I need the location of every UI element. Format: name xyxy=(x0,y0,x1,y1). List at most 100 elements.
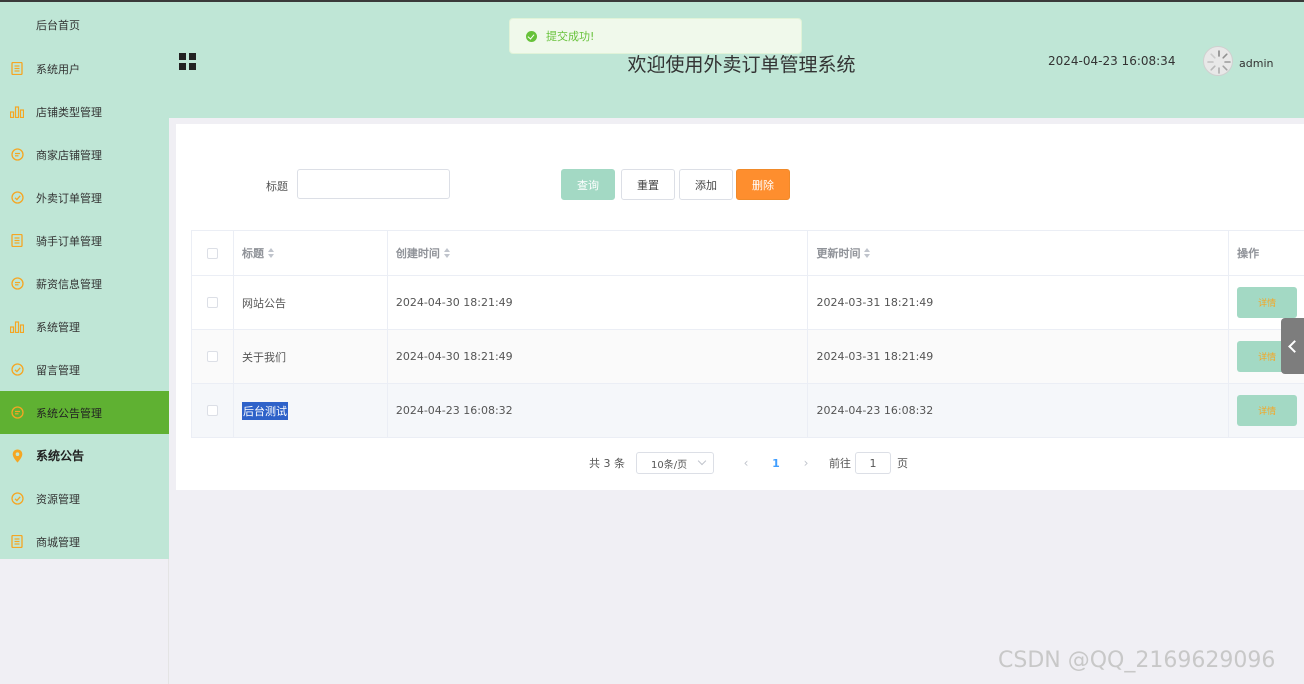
main-content: 标题 查询 重置 添加 删除 标题 创建时间 更新时间 操作 网站公告 2024… xyxy=(176,124,1304,490)
sidebar-item-resources[interactable]: 资源管理 xyxy=(0,477,169,520)
sidebar-item-shop-type[interactable]: 店铺类型管理 xyxy=(0,90,169,133)
search-title-input[interactable] xyxy=(297,169,450,199)
sidebar: 后台首页 系统用户 店铺类型管理 商家店铺管理 外卖订单管理 骑手订单管理 薪资… xyxy=(0,0,169,559)
query-button[interactable]: 查询 xyxy=(561,169,615,200)
check-circle-icon xyxy=(10,191,24,205)
sidebar-item-label: 系统公告管理 xyxy=(36,406,102,420)
page-size-value: 10条/页 xyxy=(651,459,688,471)
cell-created: 2024-04-30 18:21:49 xyxy=(388,330,809,383)
sidebar-item-label: 后台首页 xyxy=(36,18,80,32)
cell-ops: 详情 xyxy=(1229,384,1304,437)
sidebar-item-mall[interactable]: 商城管理 xyxy=(0,520,169,563)
column-header-updated: 更新时间 xyxy=(816,247,861,260)
sidebar-item-label: 系统用户 xyxy=(36,62,80,76)
add-button[interactable]: 添加 xyxy=(679,169,733,200)
sidebar-item-label: 资源管理 xyxy=(36,492,80,506)
sidebar-item-label: 系统管理 xyxy=(36,320,80,334)
sidebar-item-system-manage[interactable]: 系统管理 xyxy=(0,305,169,348)
row-checkbox-cell xyxy=(192,330,234,383)
sidebar-item-messages[interactable]: 留言管理 xyxy=(0,348,169,391)
table-row: 后台测试 2024-04-23 16:08:32 2024-04-23 16:0… xyxy=(192,384,1304,438)
cell-title: 后台测试 xyxy=(234,384,388,437)
goto-label: 前往 xyxy=(829,457,851,470)
sort-icon[interactable] xyxy=(267,248,275,258)
row-checkbox-cell xyxy=(192,384,234,437)
sidebar-item-label: 店铺类型管理 xyxy=(36,105,102,119)
sort-icon[interactable] xyxy=(864,248,871,258)
table-row: 网站公告 2024-04-30 18:21:49 2024-03-31 18:2… xyxy=(192,276,1304,330)
sidebar-item-merchant-shop[interactable]: 商家店铺管理 xyxy=(0,133,169,176)
cell-updated: 2024-03-31 18:21:49 xyxy=(808,330,1230,383)
page-jump-value: 1 xyxy=(869,456,877,470)
table-header-row: 标题 创建时间 更新时间 操作 xyxy=(192,231,1304,276)
page-size-select[interactable]: 10条/页 xyxy=(636,452,714,474)
page-jump-input[interactable]: 1 xyxy=(855,452,891,474)
check-circle-icon xyxy=(10,363,24,377)
chevron-left-icon xyxy=(1288,339,1301,353)
sidebar-item-announcement[interactable]: 系统公告 xyxy=(0,434,169,477)
header-created-cell[interactable]: 创建时间 xyxy=(388,231,809,275)
row-checkbox-cell xyxy=(192,276,234,329)
sidebar-item-takeout-order[interactable]: 外卖订单管理 xyxy=(0,176,169,219)
chevron-down-icon xyxy=(697,456,707,466)
select-all-checkbox[interactable] xyxy=(206,247,218,259)
header-ops-cell: 操作 xyxy=(1229,231,1304,275)
delete-button[interactable]: 删除 xyxy=(736,169,790,200)
page-total: 共 3 条 xyxy=(589,457,625,470)
row-checkbox[interactable] xyxy=(206,297,218,308)
detail-button[interactable]: 详情 xyxy=(1237,395,1298,426)
header-updated-cell[interactable]: 更新时间 xyxy=(808,231,1230,275)
document-icon xyxy=(10,535,24,549)
success-check-icon xyxy=(526,30,537,42)
sidebar-item-salary[interactable]: 薪资信息管理 xyxy=(0,262,169,305)
bar-chart-icon xyxy=(10,320,24,334)
success-toast: 提交成功! xyxy=(509,18,802,54)
cell-updated: 2024-03-31 18:21:49 xyxy=(808,276,1230,329)
username[interactable]: admin xyxy=(1239,57,1273,70)
sort-icon[interactable] xyxy=(443,248,451,258)
header-title-cell[interactable]: 标题 xyxy=(234,231,388,275)
pagination: 共 3 条 10条/页 ‹ 1 › 前往 1 页 xyxy=(589,452,908,474)
sidebar-item-system-users[interactable]: 系统用户 xyxy=(0,47,169,90)
sidebar-item-label: 外卖订单管理 xyxy=(36,191,102,205)
sidebar-item-label: 薪资信息管理 xyxy=(36,277,102,291)
sidebar-item-announcement-manage[interactable]: 系统公告管理 xyxy=(0,391,169,434)
avatar[interactable] xyxy=(1203,46,1233,76)
column-header-title: 标题 xyxy=(241,247,264,260)
column-header-ops: 操作 xyxy=(1237,247,1260,260)
sidebar-item-home[interactable]: 后台首页 xyxy=(0,2,169,47)
header-checkbox-cell xyxy=(192,231,234,275)
search-label: 标题 xyxy=(266,180,288,193)
page-number-current[interactable]: 1 xyxy=(761,457,791,470)
sidebar-item-rider-order[interactable]: 骑手订单管理 xyxy=(0,219,169,262)
toast-message: 提交成功! xyxy=(546,30,595,43)
cell-created: 2024-04-30 18:21:49 xyxy=(388,276,809,329)
page-suffix: 页 xyxy=(897,457,908,470)
announcement-table: 标题 创建时间 更新时间 操作 网站公告 2024-04-30 18:21:49… xyxy=(191,230,1304,438)
chat-bubble-icon xyxy=(10,406,24,420)
sidebar-item-label: 商城管理 xyxy=(36,535,80,549)
document-icon xyxy=(10,234,24,248)
cell-title: 关于我们 xyxy=(234,330,388,383)
table-row: 关于我们 2024-04-30 18:21:49 2024-03-31 18:2… xyxy=(192,330,1304,384)
reset-button[interactable]: 重置 xyxy=(621,169,675,200)
current-datetime: 2024-04-23 16:08:34 xyxy=(1048,54,1176,68)
cell-updated: 2024-04-23 16:08:32 xyxy=(808,384,1230,437)
detail-button[interactable]: 详情 xyxy=(1237,287,1298,318)
column-header-created: 创建时间 xyxy=(395,247,440,260)
watermark: CSDN @QQ_2169629096 xyxy=(998,648,1276,673)
chat-bubble-icon xyxy=(10,277,24,291)
prev-page-icon[interactable]: ‹ xyxy=(731,456,761,470)
bar-chart-icon xyxy=(10,105,24,119)
row-checkbox[interactable] xyxy=(206,405,218,416)
sidebar-empty-area xyxy=(0,559,169,684)
cell-created: 2024-04-23 16:08:32 xyxy=(388,384,809,437)
selected-title-text: 后台测试 xyxy=(241,401,288,420)
next-page-icon[interactable]: › xyxy=(791,456,821,470)
cell-title: 网站公告 xyxy=(234,276,388,329)
sidebar-item-label: 留言管理 xyxy=(36,363,80,377)
sidebar-item-label: 系统公告 xyxy=(36,449,85,463)
row-checkbox[interactable] xyxy=(206,351,218,362)
drawer-toggle-button[interactable] xyxy=(1281,318,1304,374)
location-pin-icon xyxy=(10,449,24,463)
